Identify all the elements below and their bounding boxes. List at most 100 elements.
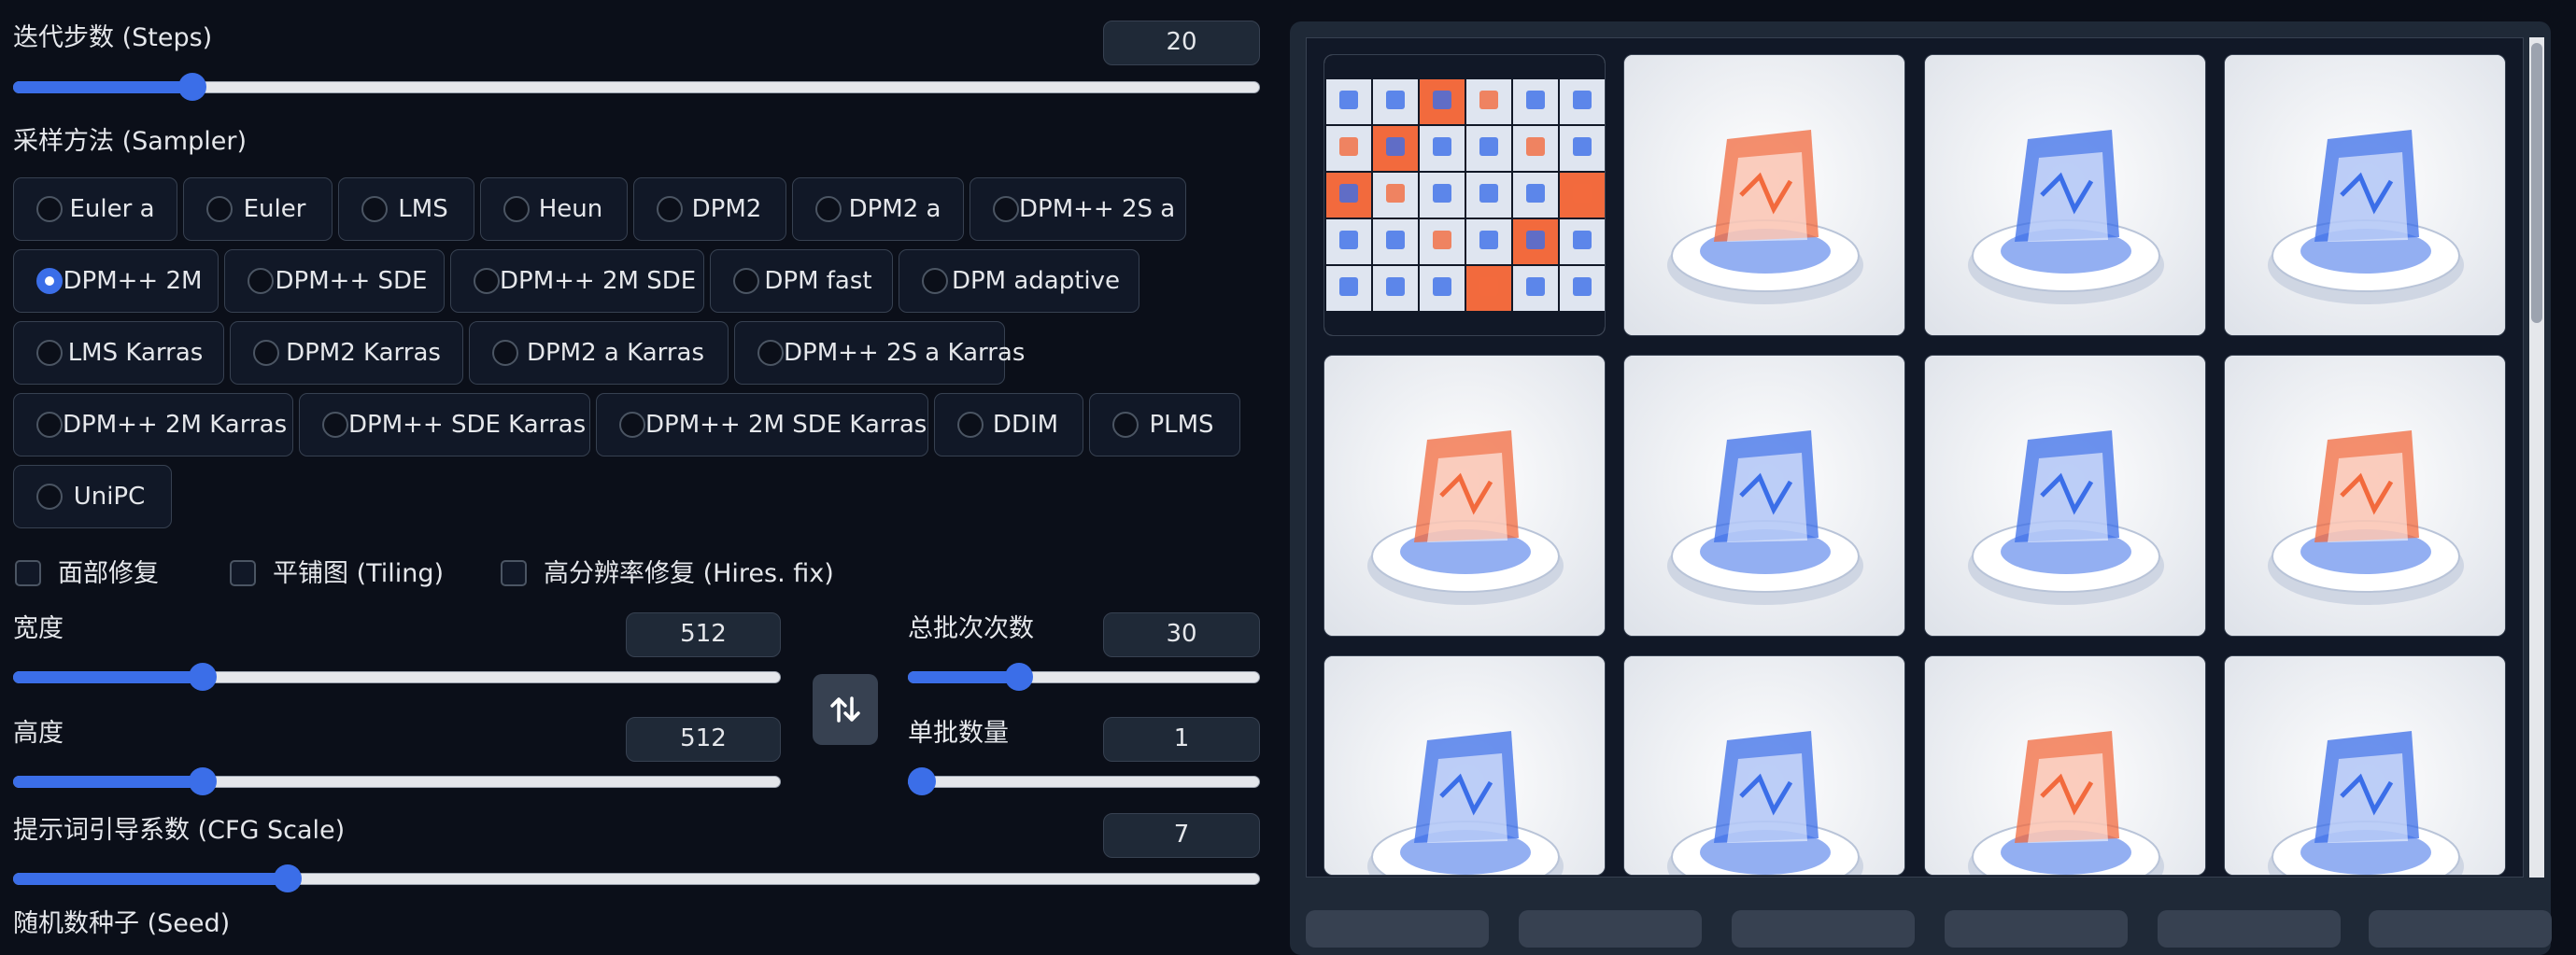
height-slider[interactable]	[13, 767, 781, 795]
steps-label: 迭代步数 (Steps)	[13, 23, 213, 52]
cfg-scale-input[interactable]: 7	[1103, 813, 1260, 858]
radio-indicator	[36, 268, 63, 294]
sampler-option[interactable]: DPM++ SDE	[224, 249, 445, 313]
gallery-thumbnail[interactable]	[2224, 355, 2506, 637]
sampler-option-label: DPM2 a Karras	[526, 339, 705, 367]
radio-indicator	[36, 340, 63, 366]
gallery-thumbnail[interactable]	[1924, 355, 2206, 637]
tiling-checkbox[interactable]	[230, 560, 256, 586]
batch-count-label: 总批次次数	[908, 614, 1034, 643]
radio-indicator	[36, 484, 63, 510]
sampler-option-label: DPM2	[691, 195, 762, 223]
sampler-option[interactable]: DPM adaptive	[899, 249, 1139, 313]
batch-count-input[interactable]: 30	[1103, 612, 1260, 657]
height-label: 高度	[13, 719, 64, 748]
radio-indicator	[248, 268, 274, 294]
sampler-option-label: DPM2 Karras	[286, 339, 441, 367]
sampler-option[interactable]: DPM2 a	[792, 177, 964, 241]
gallery-thumbnail[interactable]	[1924, 655, 2206, 876]
gallery-grid-preview[interactable]	[1323, 54, 1606, 336]
sampler-option-label: DPM++ SDE	[275, 267, 428, 295]
sampler-option-label: DPM++ 2M Karras	[63, 411, 288, 439]
cfg-scale-label: 提示词引导系数 (CFG Scale)	[13, 816, 346, 845]
gallery-action-button-3[interactable]	[1732, 910, 1915, 948]
sampler-option[interactable]: LMS	[338, 177, 474, 241]
gallery-action-button-2[interactable]	[1519, 910, 1702, 948]
sampler-option[interactable]: DPM++ 2M Karras	[13, 393, 293, 456]
width-label: 宽度	[13, 614, 64, 643]
sampler-option-label: DPM++ 2S a	[1019, 195, 1176, 223]
batch-size-input[interactable]: 1	[1103, 717, 1260, 762]
radio-indicator	[474, 268, 500, 294]
swap-vertical-icon	[830, 696, 860, 723]
sampler-option[interactable]: DPM fast	[710, 249, 893, 313]
gallery-action-button-5[interactable]	[2158, 910, 2341, 948]
sampler-option-label: PLMS	[1149, 411, 1214, 439]
radio-indicator	[36, 412, 63, 438]
radio-indicator	[757, 340, 784, 366]
gallery-thumbnail[interactable]	[1323, 355, 1606, 637]
radio-indicator	[36, 196, 63, 222]
face-restore-label: 面部修复	[58, 559, 159, 588]
sampler-option[interactable]: UniPC	[13, 465, 172, 528]
radio-indicator	[619, 412, 645, 438]
width-input[interactable]: 512	[626, 612, 781, 657]
radio-indicator	[657, 196, 683, 222]
sampler-option-label: Euler a	[69, 195, 155, 223]
sampler-option[interactable]: DPM++ SDE Karras	[299, 393, 590, 456]
sampler-option-label: DPM++ 2M	[63, 267, 203, 295]
radio-indicator	[1112, 412, 1139, 438]
sampler-option[interactable]: DPM2 Karras	[230, 321, 463, 385]
face-restore-checkbox[interactable]	[15, 560, 41, 586]
batch-count-slider[interactable]	[908, 663, 1260, 691]
radio-indicator	[492, 340, 518, 366]
sampler-option-label: DPM++ 2M SDE Karras	[645, 411, 927, 439]
sampler-option[interactable]: DPM++ 2M SDE Karras	[596, 393, 928, 456]
gallery-action-button-1[interactable]	[1306, 910, 1489, 948]
batch-size-label: 单批数量	[908, 719, 1009, 748]
sampler-option-label: DPM++ 2S a Karras	[784, 339, 1026, 367]
gallery-thumbnail[interactable]	[2224, 655, 2506, 876]
sampler-option-label: Heun	[538, 195, 603, 223]
sampler-option[interactable]: DPM++ 2M SDE	[450, 249, 704, 313]
radio-indicator	[361, 196, 388, 222]
sampler-option-label: UniPC	[73, 483, 146, 511]
gallery-action-button-4[interactable]	[1945, 910, 2128, 948]
sampler-option[interactable]: DPM++ 2M	[13, 249, 219, 313]
width-slider[interactable]	[13, 663, 781, 691]
cfg-scale-slider[interactable]	[13, 864, 1260, 892]
gallery-thumbnail[interactable]	[1623, 355, 1905, 637]
gallery-thumbnail[interactable]	[1623, 655, 1905, 876]
sampler-option-label: Euler	[243, 195, 306, 223]
sampler-option[interactable]: Heun	[480, 177, 628, 241]
steps-input[interactable]: 20	[1103, 21, 1260, 65]
sampler-option[interactable]: Euler	[183, 177, 333, 241]
radio-indicator	[993, 196, 1019, 222]
sampler-option-label: DPM2 a	[848, 195, 941, 223]
radio-indicator	[957, 412, 984, 438]
sampler-option[interactable]: Euler a	[13, 177, 177, 241]
gallery-thumbnail[interactable]	[1623, 54, 1905, 336]
sampler-option-label: DDIM	[992, 411, 1059, 439]
hires-fix-checkbox[interactable]	[501, 560, 527, 586]
sampler-option-label: DPM adaptive	[951, 267, 1121, 295]
gallery-action-button-6[interactable]	[2369, 910, 2552, 948]
sampler-option[interactable]: DPM2 a Karras	[469, 321, 729, 385]
swap-dimensions-button[interactable]	[813, 674, 878, 745]
batch-size-slider[interactable]	[908, 767, 1260, 795]
height-input[interactable]: 512	[626, 717, 781, 762]
sampler-option-label: DPM++ 2M SDE	[500, 267, 697, 295]
sampler-option-label: LMS	[398, 195, 448, 223]
sampler-option[interactable]: LMS Karras	[13, 321, 224, 385]
gallery-scrollbar[interactable]	[2529, 37, 2544, 878]
sampler-option[interactable]: DPM++ 2S a Karras	[734, 321, 1025, 385]
sampler-option[interactable]: DPM++ 2S a	[970, 177, 1186, 241]
sampler-option[interactable]: DDIM	[934, 393, 1083, 456]
gallery-thumbnail[interactable]	[2224, 54, 2506, 336]
gallery-thumbnail[interactable]	[1924, 54, 2206, 336]
gallery-thumbnail[interactable]	[1323, 655, 1606, 876]
sampler-option[interactable]: DPM2	[633, 177, 786, 241]
radio-indicator	[206, 196, 233, 222]
steps-slider[interactable]	[13, 73, 1260, 101]
sampler-option[interactable]: PLMS	[1089, 393, 1240, 456]
